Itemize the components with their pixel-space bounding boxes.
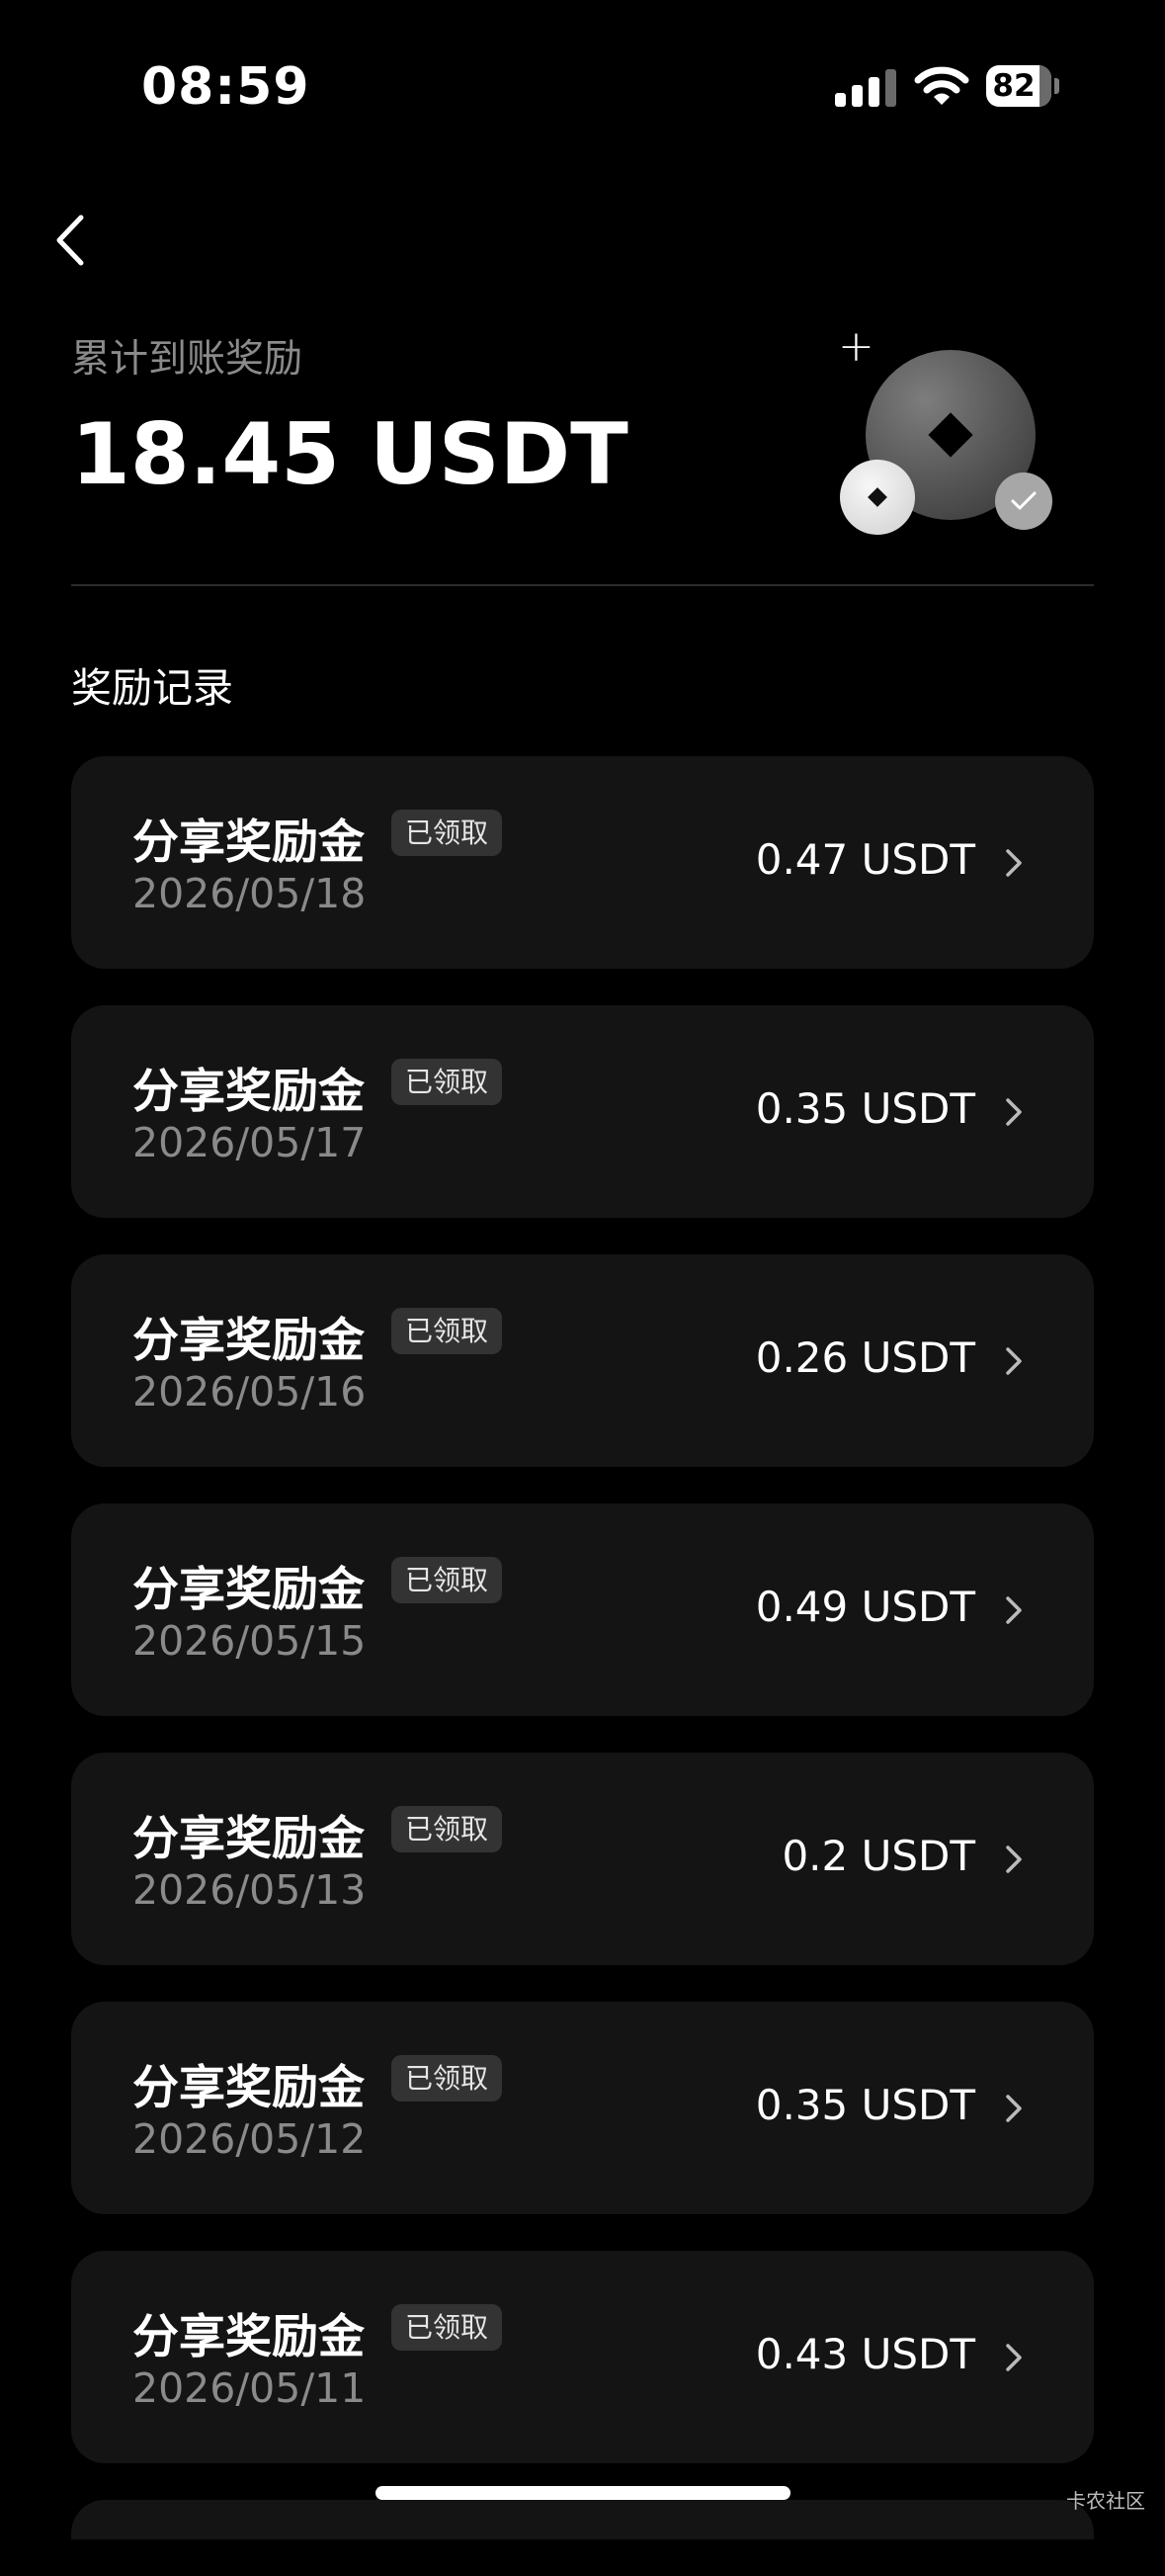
record-date: 2026/05/18: [132, 870, 367, 917]
record-name: 分享奖励金: [132, 1563, 365, 1617]
record-item[interactable]: 分享奖励金 已领取 2026/05/15 0.49 USDT: [71, 1503, 1094, 1716]
records-title: 奖励记录: [71, 664, 233, 712]
record-item[interactable]: 分享奖励金 已领取 2026/05/17 0.35 USDT: [71, 1005, 1094, 1218]
record-amount: 0.35 USDT: [755, 1084, 975, 1133]
record-date: 2026/05/17: [132, 1119, 367, 1166]
record-date: 2026/05/16: [132, 1368, 367, 1416]
record-date: 2026/05/13: [132, 1866, 367, 1914]
record-amount: 0.26 USDT: [755, 1333, 975, 1382]
status-bar: 08:59 82: [0, 0, 1165, 168]
wifi-icon: [914, 66, 969, 105]
battery-icon: 82: [986, 65, 1061, 109]
chevron-right-icon: [1006, 2095, 1022, 2122]
record-item[interactable]: 分享奖励金 已领取 2026/05/18 0.47 USDT: [71, 756, 1094, 969]
chevron-right-icon: [1006, 1098, 1022, 1126]
chevron-right-icon: [1006, 2344, 1022, 2371]
record-amount: 0.35 USDT: [755, 2081, 975, 2129]
status-badge: 已领取: [391, 810, 503, 856]
chevron-right-icon: [1006, 1347, 1022, 1375]
record-item[interactable]: 分享奖励金 已领取 2026/05/16 0.26 USDT: [71, 1254, 1094, 1467]
watermark: 卡农社区: [1066, 2489, 1145, 2513]
record-amount: 0.43 USDT: [755, 2330, 975, 2378]
record-name: 分享奖励金: [132, 2061, 365, 2115]
record-date: 2026/05/11: [132, 2364, 367, 2412]
record-name: 分享奖励金: [132, 2310, 365, 2364]
record-amount: 0.2 USDT: [782, 1832, 975, 1880]
chevron-right-icon: [1006, 849, 1022, 877]
chevron-right-icon: [1006, 1596, 1022, 1624]
battery-level: 82: [992, 68, 1036, 104]
coin-small-icon: [840, 460, 915, 535]
home-indicator[interactable]: [375, 2486, 791, 2500]
reward-coin-illustration: +: [830, 321, 1077, 554]
back-chevron-icon[interactable]: [49, 208, 109, 273]
record-name: 分享奖励金: [132, 816, 365, 870]
record-item[interactable]: 分享奖励金 已领取 2026/05/11 0.43 USDT: [71, 2251, 1094, 2463]
record-date: 2026/05/12: [132, 2115, 367, 2163]
chevron-right-icon: [1006, 1846, 1022, 1873]
record-date: 2026/05/15: [132, 1617, 367, 1665]
total-reward-amount: 18.45 USDT: [71, 405, 628, 504]
record-name: 分享奖励金: [132, 1812, 365, 1866]
status-badge: 已领取: [391, 1806, 503, 1852]
status-badge: 已领取: [391, 1059, 503, 1105]
record-name: 分享奖励金: [132, 1065, 365, 1119]
total-reward-label: 累计到账奖励: [71, 337, 303, 382]
status-badge: 已领取: [391, 1308, 503, 1354]
status-badge: 已领取: [391, 2304, 503, 2351]
cellular-signal-icon: [835, 67, 896, 107]
status-time: 08:59: [141, 57, 310, 117]
record-item[interactable]: 分享奖励金 已领取 2026/05/12 0.35 USDT: [71, 2002, 1094, 2214]
check-icon: [995, 472, 1052, 530]
plus-icon: +: [838, 321, 874, 372]
divider: [71, 584, 1094, 586]
reward-record-list: 分享奖励金 已领取 2026/05/18 0.47 USDT 分享奖励金 已领取…: [71, 756, 1094, 2576]
record-item-partial[interactable]: [71, 2500, 1094, 2539]
record-amount: 0.47 USDT: [755, 835, 975, 884]
record-name: 分享奖励金: [132, 1314, 365, 1368]
record-amount: 0.49 USDT: [755, 1583, 975, 1631]
status-badge: 已领取: [391, 2055, 503, 2102]
status-badge: 已领取: [391, 1557, 503, 1603]
record-item[interactable]: 分享奖励金 已领取 2026/05/13 0.2 USDT: [71, 1753, 1094, 1965]
